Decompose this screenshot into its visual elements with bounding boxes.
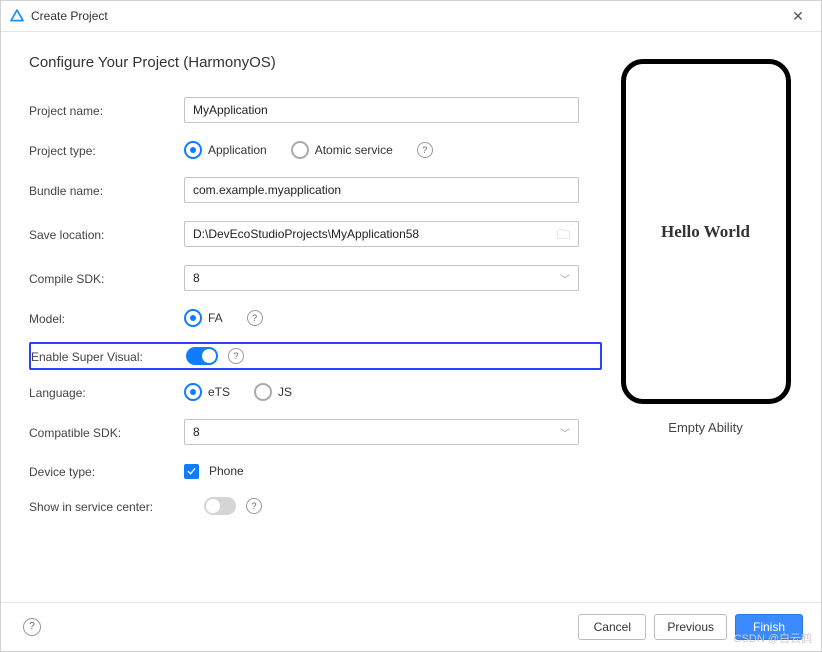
radio-icon xyxy=(254,383,272,401)
titlebar: Create Project ✕ xyxy=(1,1,821,32)
label-compile-sdk: Compile SDK: xyxy=(29,270,184,286)
window-title: Create Project xyxy=(31,9,783,23)
radio-ets[interactable]: eTS xyxy=(184,383,230,401)
radio-label: JS xyxy=(278,385,292,399)
radio-application[interactable]: Application xyxy=(184,141,267,159)
close-icon[interactable]: ✕ xyxy=(783,8,813,25)
label-device-type: Device type: xyxy=(29,463,184,479)
label-show-service-center: Show in service center: xyxy=(29,498,204,514)
super-visual-toggle[interactable] xyxy=(186,347,218,365)
radio-label: Atomic service xyxy=(315,143,393,157)
footer: ? Cancel Previous Finish xyxy=(1,602,821,651)
radio-icon xyxy=(291,141,309,159)
label-project-type: Project type: xyxy=(29,142,184,158)
radio-atomic-service[interactable]: Atomic service xyxy=(291,141,393,159)
label-enable-super-visual: Enable Super Visual: xyxy=(31,348,186,364)
radio-icon xyxy=(184,141,202,159)
cancel-button[interactable]: Cancel xyxy=(578,614,646,640)
preview-caption: Empty Ability xyxy=(668,420,742,435)
phone-screen-text: Hello World xyxy=(661,222,750,242)
row-enable-super-visual: Enable Super Visual: ? xyxy=(29,342,602,370)
folder-icon[interactable]: 🗀 xyxy=(557,228,570,241)
compatible-sdk-value: 8 xyxy=(193,425,200,439)
chevron-down-icon: ﹀ xyxy=(560,271,570,286)
compile-sdk-select[interactable]: 8 ﹀ xyxy=(184,265,579,291)
compatible-sdk-select[interactable]: 8 ﹀ xyxy=(184,419,579,445)
finish-button[interactable]: Finish xyxy=(735,614,803,640)
label-bundle-name: Bundle name: xyxy=(29,182,184,198)
bundle-name-input[interactable] xyxy=(184,177,579,203)
radio-js[interactable]: JS xyxy=(254,383,292,401)
label-save-location: Save location: xyxy=(29,226,184,242)
label-project-name: Project name: xyxy=(29,102,184,118)
save-location-value: D:\DevEcoStudioProjects\MyApplication58 xyxy=(193,227,419,241)
help-icon[interactable]: ? xyxy=(228,348,244,364)
service-center-toggle[interactable] xyxy=(204,497,236,515)
help-icon[interactable]: ? xyxy=(246,498,262,514)
form-area: Configure Your Project (HarmonyOS) Proje… xyxy=(29,54,618,592)
device-label: Phone xyxy=(209,464,244,478)
page-title: Configure Your Project (HarmonyOS) xyxy=(29,54,598,71)
radio-label: eTS xyxy=(208,385,230,399)
help-icon[interactable]: ? xyxy=(247,310,263,326)
app-icon xyxy=(9,8,25,24)
preview-area: Hello World Empty Ability xyxy=(618,54,793,592)
radio-label: FA xyxy=(208,311,223,325)
label-language: Language: xyxy=(29,384,184,400)
project-name-input[interactable] xyxy=(184,97,579,123)
radio-label: Application xyxy=(208,143,267,157)
radio-icon xyxy=(184,309,202,327)
checkbox-phone[interactable] xyxy=(184,464,199,479)
label-model: Model: xyxy=(29,310,184,326)
compile-sdk-value: 8 xyxy=(193,271,200,285)
save-location-field[interactable]: D:\DevEcoStudioProjects\MyApplication58 … xyxy=(184,221,579,247)
radio-fa[interactable]: FA xyxy=(184,309,223,327)
label-compatible-sdk: Compatible SDK: xyxy=(29,424,184,440)
previous-button[interactable]: Previous xyxy=(654,614,727,640)
create-project-window: Create Project ✕ Configure Your Project … xyxy=(0,0,822,652)
check-icon xyxy=(186,466,197,477)
help-icon[interactable]: ? xyxy=(23,618,41,636)
help-icon[interactable]: ? xyxy=(417,142,433,158)
phone-preview: Hello World xyxy=(621,59,791,404)
chevron-down-icon: ﹀ xyxy=(560,425,570,440)
radio-icon xyxy=(184,383,202,401)
